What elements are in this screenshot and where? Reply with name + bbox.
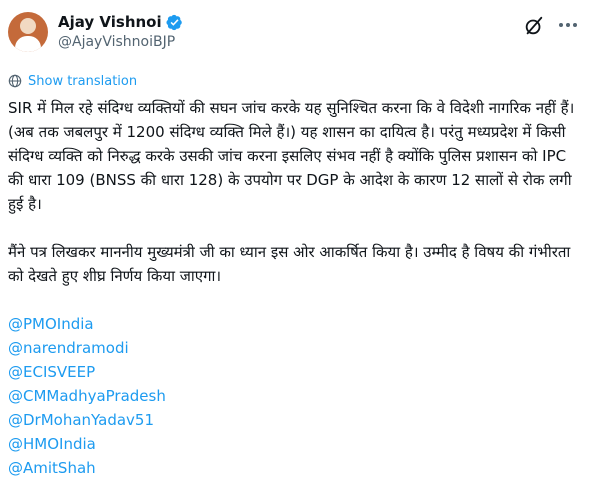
avatar[interactable]	[8, 12, 48, 52]
mentions-list: @PMOIndia @narendramodi @ECISVEEP @CMMad…	[8, 312, 586, 480]
author-name[interactable]: Ajay Vishnoi	[58, 13, 162, 31]
avatar-body	[15, 36, 41, 52]
more-options-icon[interactable]	[556, 13, 580, 37]
show-translation-label: Show translation	[28, 73, 138, 89]
tweet-paragraph-2: मैंने पत्र लिखकर माननीय मुख्यमंत्री जी क…	[8, 243, 571, 285]
tweet-paragraph-1: SIR में मिल रहे संदिग्ध व्यक्तियों की सघ…	[8, 99, 575, 213]
mention-link[interactable]: @CMMadhyaPradesh	[8, 384, 586, 408]
verified-badge-icon	[166, 14, 182, 30]
mention-link[interactable]: @ECISVEEP	[8, 360, 586, 384]
mention-link[interactable]: @DrMohanYadav51	[8, 408, 586, 432]
tweet-header: Ajay Vishnoi @AjayVishnoiBJP	[0, 0, 589, 66]
globe-icon	[8, 74, 22, 88]
author-row: Ajay Vishnoi	[58, 12, 183, 32]
author-handle[interactable]: @AjayVishnoiBJP	[58, 34, 175, 50]
tweet-body: SIR में मिल रहे संदिग्ध व्यक्तियों की सघ…	[8, 96, 586, 480]
mention-link[interactable]: @narendramodi	[8, 336, 586, 360]
mention-link[interactable]: @PMOIndia	[8, 312, 586, 336]
mention-link[interactable]: @HMOIndia	[8, 432, 586, 456]
grok-icon[interactable]	[523, 15, 545, 37]
mention-link[interactable]: @AmitShah	[8, 456, 586, 480]
show-translation-button[interactable]: Show translation	[8, 72, 137, 90]
avatar-head	[20, 18, 36, 34]
